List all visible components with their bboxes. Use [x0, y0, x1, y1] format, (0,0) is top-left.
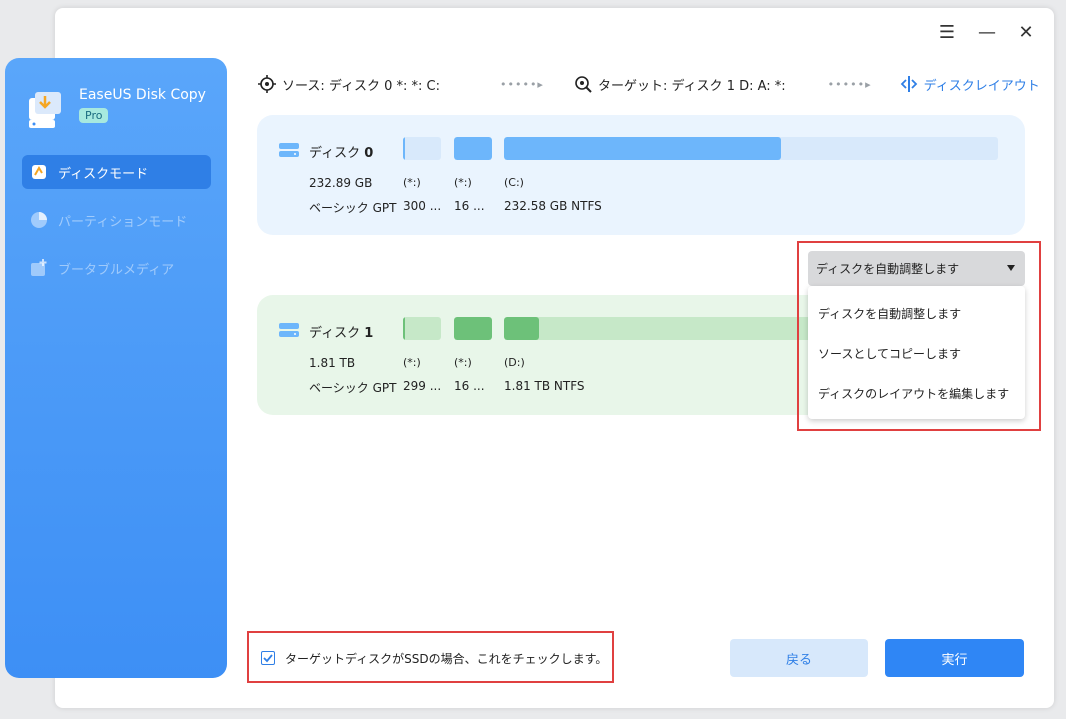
partition-usage-fill — [504, 317, 539, 340]
menu-item-copy-as-source[interactable]: ソースとしてコピーします — [808, 333, 1025, 373]
crosshair-icon — [258, 75, 276, 93]
target-step[interactable]: ターゲット: ディスク 1 D: A: *: — [574, 75, 786, 94]
ssd-checkbox-label: ターゲットディスクがSSDの場合、これをチェックします。 — [285, 652, 608, 666]
run-button[interactable]: 実行 — [885, 639, 1024, 677]
partition-usage-fill — [504, 137, 781, 160]
layout-mode-select[interactable]: ディスクを自動調整します — [808, 251, 1025, 286]
partition-bar — [504, 137, 998, 160]
partition-info: 1.81 TB NTFS — [504, 379, 585, 393]
partition-label: (*:) — [403, 176, 421, 189]
partition-usage-fill — [454, 137, 492, 160]
minimize-icon[interactable]: — — [975, 20, 999, 44]
partition-usage-fill — [403, 317, 405, 340]
source-disk-type: ベーシック GPT — [309, 201, 397, 215]
disk-mode-icon — [30, 163, 48, 181]
nav-disk-mode[interactable]: ディスクモード — [22, 155, 211, 189]
layout-mode-menu: ディスクを自動調整します ソースとしてコピーします ディスクのレイアウトを編集し… — [808, 286, 1025, 419]
back-button[interactable]: 戻る — [730, 639, 868, 677]
disk-copy-logo-icon — [29, 92, 61, 128]
partition-bar — [454, 317, 492, 340]
sidebar: EaseUS Disk Copy Pro ディスクモード パーティションモード … — [5, 58, 227, 678]
menu-item-edit-layout[interactable]: ディスクのレイアウトを編集します — [808, 373, 1025, 413]
partition-mode-icon — [30, 211, 48, 229]
target-disk-size: 1.81 TB — [309, 356, 356, 370]
layout-mode-selected: ディスクを自動調整します — [816, 262, 960, 276]
partition-bar — [454, 137, 492, 160]
partition-label: (D:) — [504, 356, 525, 369]
checkmark-icon — [263, 654, 273, 663]
bootable-media-icon — [30, 259, 48, 277]
menu-item-auto-fit[interactable]: ディスクを自動調整します — [808, 293, 1025, 333]
partition-info: 16 ... — [454, 379, 485, 393]
partition-label: (*:) — [403, 356, 421, 369]
menu-icon[interactable]: ☰ — [935, 20, 959, 44]
disk-layout-step[interactable]: ディスクレイアウト — [900, 75, 1040, 94]
step-separator: •••••▸ — [827, 77, 872, 91]
target-search-icon — [575, 76, 592, 93]
ssd-checkbox[interactable] — [261, 651, 275, 665]
nav-partition-mode[interactable]: パーティションモード — [22, 203, 211, 237]
app-name: EaseUS Disk Copy — [79, 87, 206, 103]
disk-drive-icon — [279, 323, 299, 337]
target-disk-type: ベーシック GPT — [309, 381, 397, 395]
source-disk-size: 232.89 GB — [309, 176, 373, 190]
nav-bootable-media[interactable]: ブータブルメディア — [22, 251, 211, 285]
partition-bar — [403, 137, 441, 160]
disk-layout-label: ディスクレイアウト — [923, 78, 1040, 94]
nav-disk-mode-label: ディスクモード — [58, 166, 149, 182]
pro-badge: Pro — [79, 108, 109, 123]
close-icon[interactable]: ✕ — [1014, 20, 1038, 44]
target-step-label: ターゲット: ディスク 1 D: A: *: — [597, 78, 786, 94]
partition-bar — [403, 317, 441, 340]
source-disk-card[interactable]: ディスク 0 232.89 GB ベーシック GPT (*:) (*:) (C:… — [257, 115, 1025, 235]
brand: EaseUS Disk Copy Pro — [27, 86, 206, 130]
disk-drive-icon — [279, 143, 299, 157]
partition-label: (*:) — [454, 176, 472, 189]
target-disk-name: ディスク 1 — [309, 326, 374, 341]
step-separator: •••••▸ — [499, 77, 544, 91]
partition-info: 300 ... — [403, 199, 442, 213]
layout-split-icon — [900, 76, 917, 92]
source-step-label: ソース: ディスク 0 *: *: C: — [282, 78, 440, 94]
partition-usage-fill — [454, 317, 492, 340]
partition-info: 232.58 GB NTFS — [504, 199, 602, 213]
step-bar: ソース: ディスク 0 *: *: C: •••••▸ ターゲット: ディスク … — [258, 72, 1040, 96]
partition-label: (C:) — [504, 176, 524, 189]
source-step[interactable]: ソース: ディスク 0 *: *: C: — [258, 75, 440, 94]
partition-label: (*:) — [454, 356, 472, 369]
source-disk-name: ディスク 0 — [309, 146, 374, 161]
partition-usage-fill — [403, 137, 405, 160]
partition-info: 16 ... — [454, 199, 485, 213]
caret-down-icon — [1007, 265, 1015, 271]
nav-partition-mode-label: パーティションモード — [58, 214, 188, 230]
nav-bootable-media-label: ブータブルメディア — [58, 262, 175, 278]
partition-info: 299 ... — [403, 379, 442, 393]
